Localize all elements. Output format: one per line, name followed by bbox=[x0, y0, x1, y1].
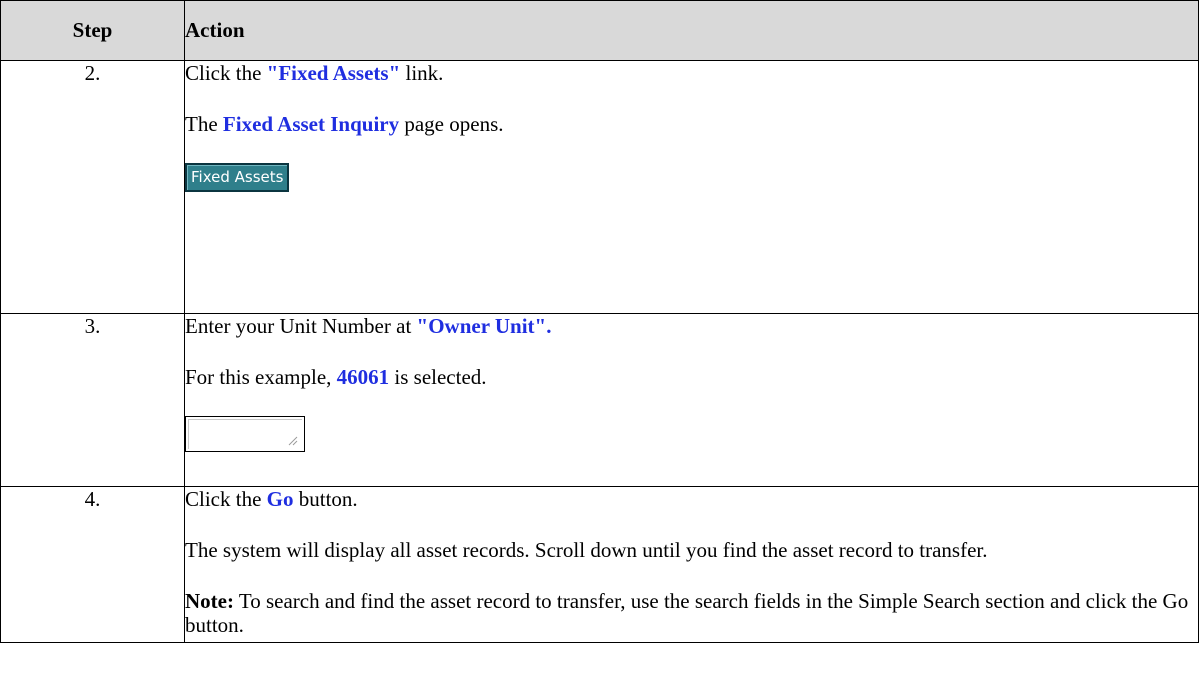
note-label: Note: bbox=[185, 588, 234, 613]
example-line: For this example, 46061 is selected. bbox=[185, 365, 1198, 390]
example-text: For this example, bbox=[185, 364, 337, 389]
instruction-text: Click the bbox=[185, 61, 267, 85]
result-line: The Fixed Asset Inquiry page opens. bbox=[185, 112, 1198, 137]
result-text: The bbox=[185, 111, 223, 136]
step-number: 3. bbox=[0, 313, 185, 487]
step-action: Enter your Unit Number at "Owner Unit". … bbox=[184, 313, 1199, 487]
header-action: Action bbox=[184, 0, 1199, 61]
owner-unit-highlight: "Owner Unit". bbox=[416, 314, 552, 338]
fixed-assets-button[interactable]: Fixed Assets bbox=[185, 162, 290, 192]
step-number: 2. bbox=[0, 60, 185, 314]
resize-grip-icon bbox=[288, 436, 298, 445]
note-text: To search and find the asset record to t… bbox=[185, 588, 1189, 638]
result-text: page opens. bbox=[399, 111, 504, 136]
instruction-line: Click the Go button. bbox=[185, 487, 1198, 512]
example-text: is selected. bbox=[389, 364, 487, 389]
header-step: Step bbox=[0, 0, 185, 61]
table-row: 3. Enter your Unit Number at "Owner Unit… bbox=[0, 313, 1199, 487]
steps-table: Step Action 2. Click the "Fixed Assets" … bbox=[0, 0, 1199, 644]
instruction-text: link. bbox=[400, 61, 444, 85]
table-row: 4. Click the Go button. The system will … bbox=[0, 485, 1199, 644]
step-action: Click the "Fixed Assets" link. The Fixed… bbox=[184, 60, 1199, 314]
instruction-line: Enter your Unit Number at "Owner Unit". bbox=[185, 314, 1198, 339]
result-line: The system will display all asset record… bbox=[185, 537, 988, 562]
step-number: 4. bbox=[0, 485, 185, 644]
table-row: 2. Click the "Fixed Assets" link. The Fi… bbox=[0, 60, 1199, 314]
fixed-asset-inquiry-highlight: Fixed Asset Inquiry bbox=[222, 111, 400, 136]
owner-unit-field[interactable] bbox=[185, 415, 305, 452]
owner-unit-field-inner bbox=[188, 418, 302, 449]
fixed-assets-highlight: "Fixed Assets" bbox=[266, 61, 401, 85]
step-action: Click the Go button. The system will dis… bbox=[184, 485, 1199, 644]
table-header-row: Step Action bbox=[0, 0, 1199, 61]
unit-number-highlight: 46061 bbox=[336, 364, 390, 389]
instruction-line: Click the "Fixed Assets" link. bbox=[185, 61, 1198, 86]
instruction-text: button. bbox=[293, 487, 358, 511]
note-line: Note: To search and find the asset recor… bbox=[185, 589, 1198, 639]
go-highlight: Go bbox=[266, 487, 294, 511]
instruction-text: Enter your Unit Number at bbox=[185, 314, 417, 338]
instruction-text: Click the bbox=[185, 487, 267, 511]
